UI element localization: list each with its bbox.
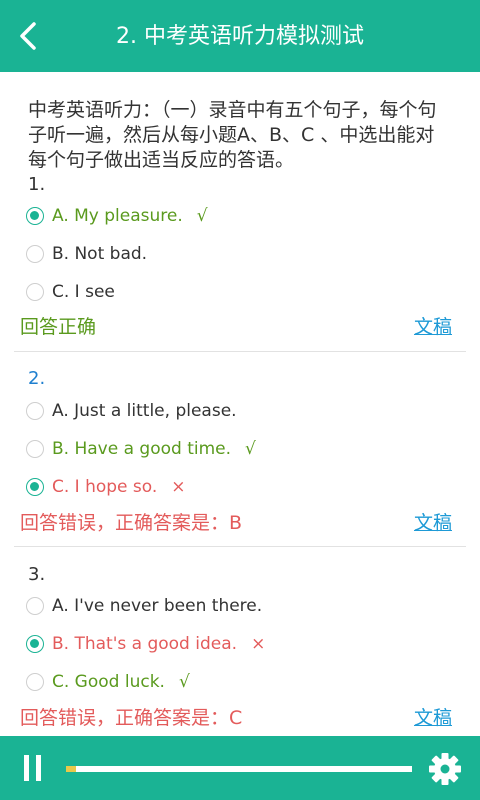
transcript-link[interactable]: 文稿 [414, 508, 452, 535]
result-text: 回答错误，正确答案是：B [20, 512, 243, 534]
option-text: C. I see [52, 282, 115, 302]
option-2a[interactable]: A. Just a little, please. [26, 399, 237, 423]
question-number: 2. [28, 368, 46, 389]
divider [14, 351, 466, 352]
radio-checked[interactable] [26, 635, 44, 653]
wrong-mark: × [251, 634, 266, 654]
correct-mark: √ [245, 439, 256, 459]
option-text: B. Have a good time. [52, 439, 232, 459]
radio-unchecked[interactable] [26, 402, 44, 420]
option-text: A. I've never been there. [52, 596, 263, 616]
option-3c[interactable]: C. Good luck. √ [26, 670, 190, 694]
option-1a[interactable]: A. My pleasure. √ [26, 204, 208, 228]
option-2c[interactable]: C. I hope so. × [26, 475, 186, 499]
pause-icon [36, 755, 41, 781]
wrong-mark: × [171, 477, 186, 497]
option-text: B. Not bad. [52, 244, 148, 264]
option-text: B. That's a good idea. [52, 634, 238, 654]
correct-mark: √ [178, 672, 190, 692]
radio-unchecked[interactable] [26, 440, 44, 458]
option-1c[interactable]: C. I see [26, 280, 115, 304]
option-text: A. My pleasure. [52, 206, 183, 226]
question-list[interactable]: 中考英语听力：（一）录音中有五个句子，每个句子听一遍，然后从每小题A、B、C 、… [0, 72, 480, 736]
radio-unchecked[interactable] [26, 597, 44, 615]
radio-checked[interactable] [26, 478, 44, 496]
pause-button[interactable] [18, 753, 48, 783]
divider [14, 546, 466, 547]
option-3a[interactable]: A. I've never been there. [26, 594, 262, 618]
radio-checked[interactable] [26, 207, 44, 225]
option-text: A. Just a little, please. [52, 401, 237, 421]
result-text: 回答正确 [20, 316, 97, 338]
gear-icon [429, 753, 461, 785]
app-header: 2. 中考英语听力模拟测试 [0, 0, 480, 72]
audio-player-bar [0, 736, 480, 800]
pause-icon [24, 755, 29, 781]
option-2b[interactable]: B. Have a good time. √ [26, 437, 256, 461]
option-1b[interactable]: B. Not bad. [26, 242, 147, 266]
question-number: 1. [28, 174, 46, 195]
instructions-text: 中考英语听力：（一）录音中有五个句子，每个句子听一遍，然后从每小题A、B、C 、… [28, 99, 437, 171]
radio-unchecked[interactable] [26, 673, 44, 691]
radio-unchecked[interactable] [26, 245, 44, 263]
transcript-link[interactable]: 文稿 [414, 703, 452, 730]
progress-slider[interactable] [66, 766, 412, 772]
option-3b[interactable]: B. That's a good idea. × [26, 632, 265, 656]
settings-button[interactable] [428, 752, 462, 786]
question-number: 3. [28, 564, 46, 585]
option-text: C. Good luck. [52, 672, 165, 692]
progress-fill [66, 766, 77, 772]
transcript-link[interactable]: 文稿 [414, 312, 452, 339]
page-title: 2. 中考英语听力模拟测试 [116, 24, 364, 49]
correct-mark: √ [196, 206, 208, 226]
option-text: C. I hope so. [52, 477, 158, 497]
result-text: 回答错误，正确答案是：C [20, 707, 243, 729]
radio-unchecked[interactable] [26, 283, 44, 301]
